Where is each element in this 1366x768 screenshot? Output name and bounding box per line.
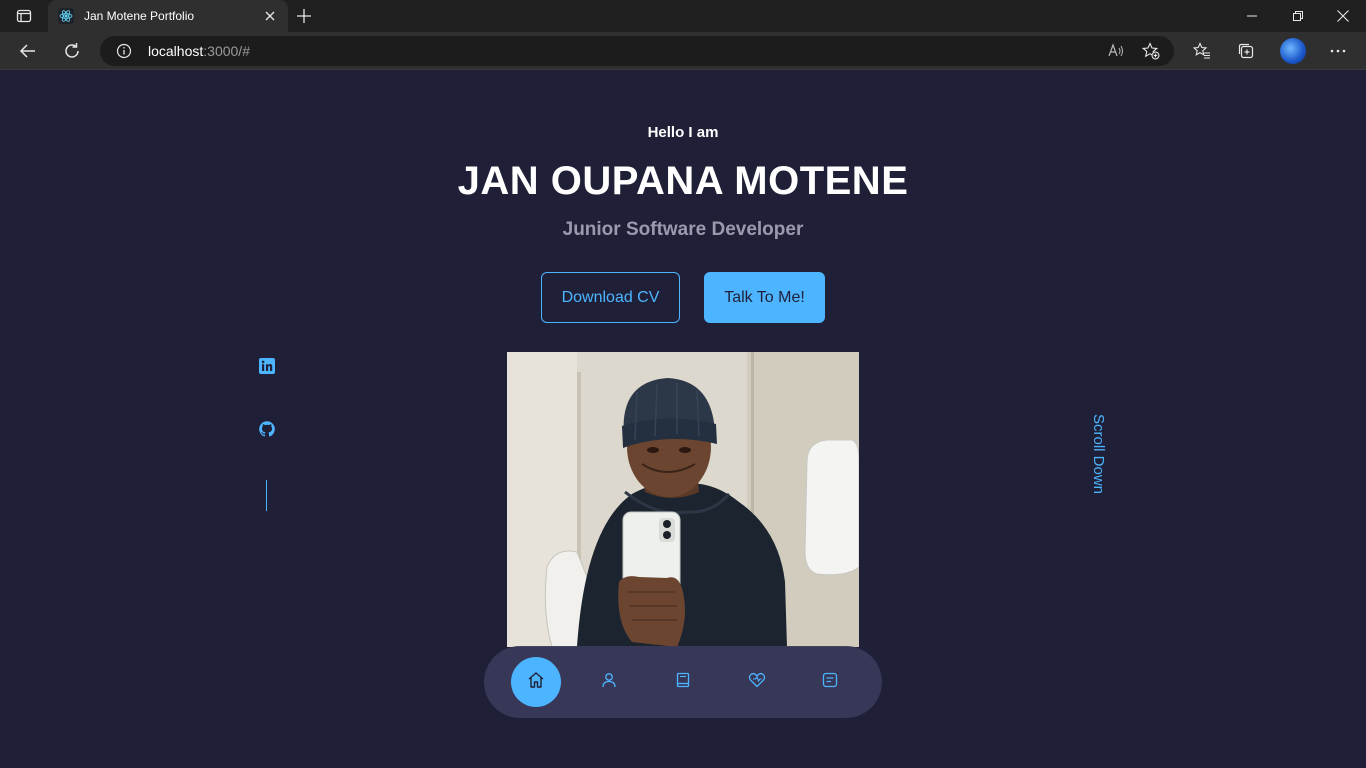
role-subtitle: Junior Software Developer [562, 219, 804, 240]
tab-actions-icon[interactable] [8, 4, 40, 28]
book-icon [675, 672, 691, 693]
new-tab-icon[interactable] [294, 6, 314, 26]
nav-contact[interactable] [805, 657, 855, 707]
user-icon [601, 672, 617, 693]
browser-toolbar: localhost :3000/# [0, 32, 1366, 70]
close-window-icon[interactable] [1320, 0, 1366, 32]
profile-avatar[interactable] [1280, 38, 1306, 64]
portfolio-page: Hello I am JAN OUPANA MOTENE Junior Soft… [0, 71, 1366, 768]
add-favorite-icon[interactable] [1139, 39, 1163, 63]
back-icon[interactable] [13, 36, 43, 66]
nav-home[interactable] [511, 657, 561, 707]
tab-title: Jan Motene Portfolio [84, 9, 195, 23]
address-bar[interactable]: localhost :3000/# [100, 36, 1174, 66]
browser-titlebar: Jan Motene Portfolio [0, 0, 1366, 32]
github-icon[interactable] [258, 420, 276, 438]
close-tab-icon[interactable] [262, 8, 278, 24]
home-icon [527, 671, 545, 694]
social-divider [266, 480, 267, 511]
nav-experience[interactable] [658, 657, 708, 707]
services-icon [748, 671, 766, 694]
url-host: localhost [148, 43, 204, 59]
browser-tab[interactable]: Jan Motene Portfolio [48, 0, 288, 32]
profile-photo [507, 352, 859, 647]
restore-icon[interactable] [1275, 0, 1321, 32]
more-menu-icon[interactable] [1323, 36, 1353, 66]
greeting-text: Hello I am [647, 124, 719, 141]
download-cv-button[interactable]: Download CV [541, 272, 680, 323]
nav-about[interactable] [584, 657, 634, 707]
collections-icon[interactable] [1231, 36, 1261, 66]
scroll-down-link[interactable]: Scroll Down [1090, 414, 1107, 494]
react-icon [58, 8, 74, 24]
read-aloud-icon[interactable] [1104, 39, 1128, 63]
floating-nav [484, 646, 882, 718]
message-icon [822, 672, 838, 693]
favorites-icon[interactable] [1187, 36, 1217, 66]
nav-services[interactable] [732, 657, 782, 707]
page-title: JAN OUPANA MOTENE [457, 159, 909, 203]
linkedin-icon[interactable] [258, 357, 276, 375]
refresh-icon[interactable] [57, 36, 87, 66]
talk-to-me-button[interactable]: Talk To Me! [704, 272, 825, 323]
info-icon[interactable] [116, 43, 132, 59]
url-path: :3000/# [203, 43, 250, 59]
minimize-icon[interactable] [1229, 0, 1275, 32]
